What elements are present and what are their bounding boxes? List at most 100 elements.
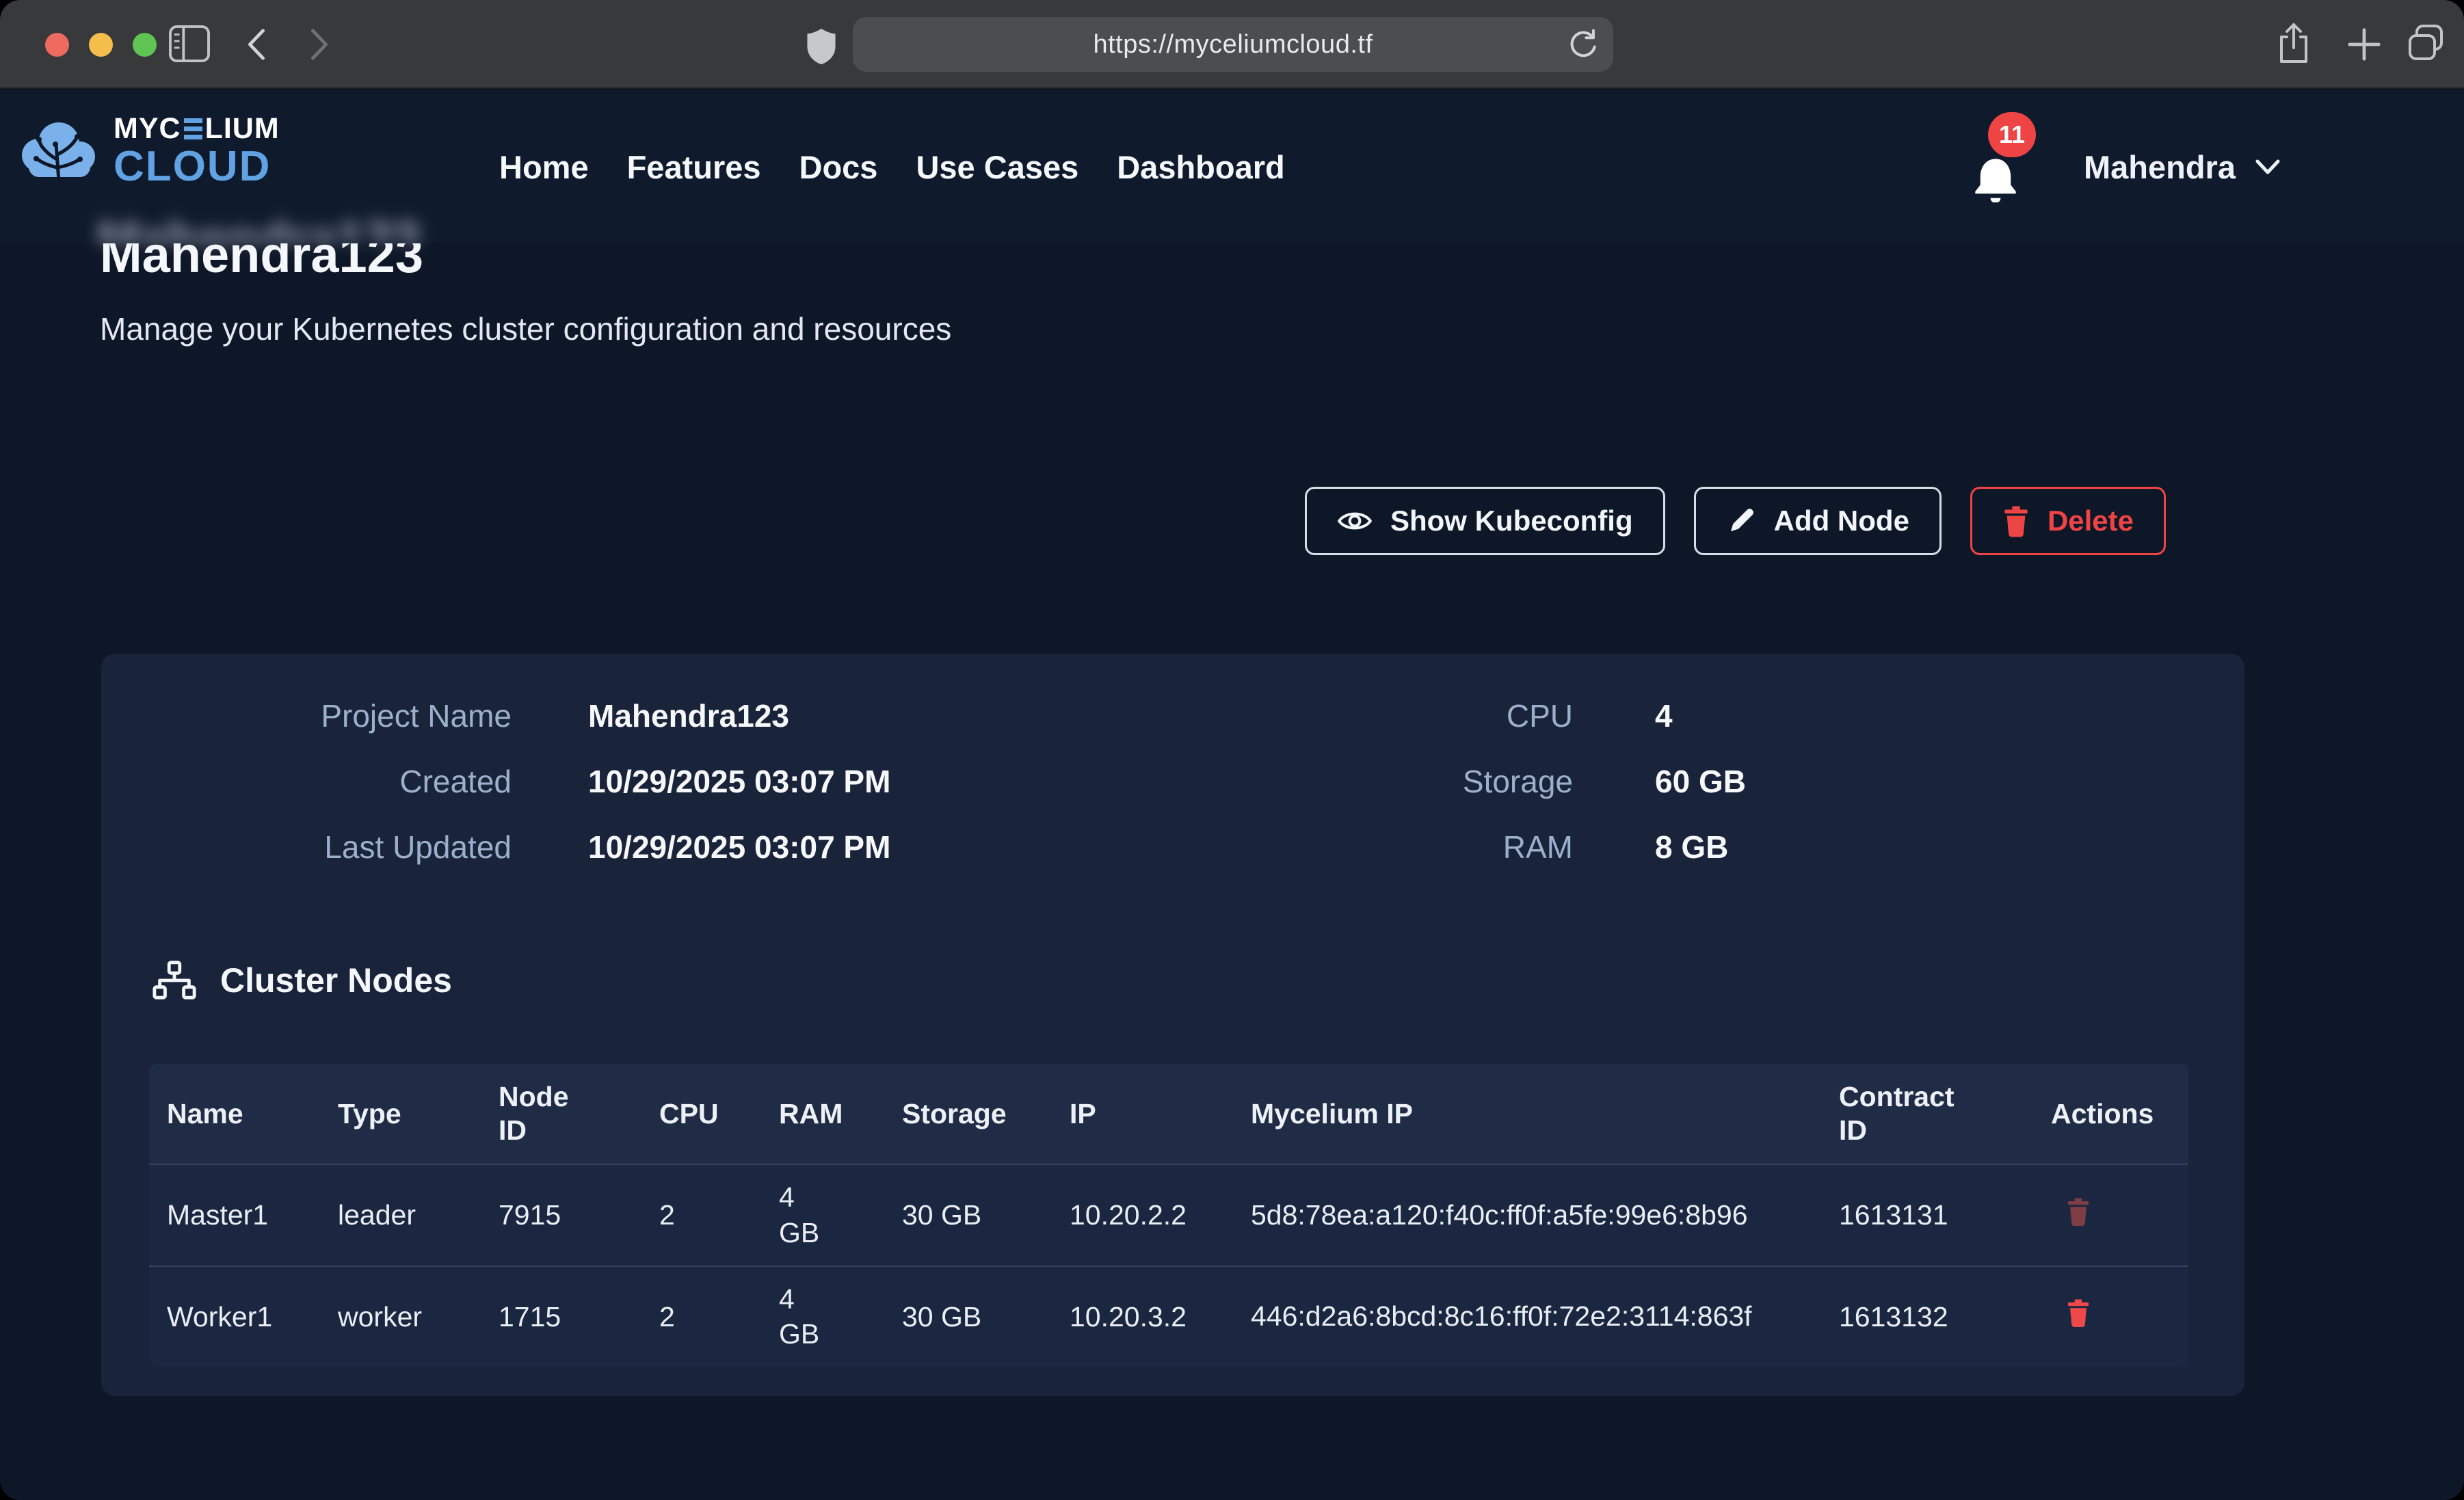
detail-value: 10/29/2025 03:07 PM: [588, 763, 890, 800]
detail-value: 60 GB: [1655, 763, 1746, 800]
new-tab-icon[interactable]: [2346, 26, 2383, 63]
cluster-nodes-heading: Cluster Nodes: [152, 960, 452, 1001]
detail-row: CPU 4: [1265, 697, 1746, 734]
nav-link[interactable]: Dashboard: [1117, 148, 1285, 186]
nav-link[interactable]: Features: [627, 148, 761, 186]
cluster-nodes-table: Name Type Node ID CPU RAM Storage IP Myc…: [149, 1064, 2188, 1367]
cell-node-id: 1715: [481, 1266, 641, 1367]
detail-value: 8 GB: [1655, 829, 1728, 866]
detail-label: RAM: [1265, 829, 1573, 866]
logo-line2: CLOUD: [114, 146, 280, 188]
logo-line1: MYCLIUM: [114, 113, 280, 144]
col-header-actions: Actions: [2033, 1064, 2188, 1164]
address-bar[interactable]: https://myceliumcloud.tf: [853, 17, 1613, 72]
user-name: Mahendra: [2084, 148, 2236, 186]
sidebar-toggle-icon[interactable]: [168, 25, 211, 63]
page-title: Mahendra123: [100, 243, 770, 293]
details-right: CPU 4 Storage 60 GB RAM 8 GB: [1265, 697, 1746, 894]
user-menu[interactable]: Mahendra: [2084, 90, 2281, 243]
url-text: https://myceliumcloud.tf: [1093, 30, 1373, 59]
col-header-cpu: CPU: [641, 1064, 761, 1164]
cell-storage: 30 GB: [884, 1164, 1052, 1266]
navbar: Mahendra123: [0, 90, 2464, 243]
table-row: Worker1 worker 1715 2 4 GB 30 GB 10.20.3…: [149, 1266, 2188, 1367]
details-left: Project Name Mahendra123 Created 10/29/2…: [156, 697, 890, 894]
share-icon[interactable]: [2275, 22, 2313, 66]
notification-badge: 11: [1988, 112, 2036, 157]
col-header-contract-id: Contract ID: [1821, 1064, 2033, 1164]
cell-cpu: 2: [641, 1164, 761, 1266]
trash-icon: [2002, 505, 2030, 537]
cell-ip: 10.20.2.2: [1052, 1164, 1233, 1266]
page: Mahendra123 Manage your Kubernetes clust…: [0, 90, 2464, 1500]
col-header-name: Name: [149, 1064, 320, 1164]
nav-link[interactable]: Home: [499, 148, 589, 186]
table-header-row: Name Type Node ID CPU RAM Storage IP Myc…: [149, 1064, 2188, 1164]
minimize-window-button[interactable]: [89, 33, 113, 57]
tab-overview-icon[interactable]: [2406, 23, 2446, 63]
notifications-button[interactable]: 11: [1972, 155, 2022, 209]
nav-link[interactable]: Use Cases: [916, 148, 1078, 186]
cell-ip: 10.20.3.2: [1052, 1266, 1233, 1367]
reload-icon[interactable]: [1567, 28, 1598, 61]
cell-contract-id: 1613132: [1821, 1266, 2033, 1367]
cell-type: worker: [320, 1266, 481, 1367]
cell-ram: 4 GB: [761, 1164, 884, 1266]
detail-row: Project Name Mahendra123: [156, 697, 890, 734]
chevron-down-icon: [2255, 158, 2281, 176]
cell-mycelium-ip: 446:d2a6:8bcd:8c16:ff0f:72e2:3114:863f: [1233, 1266, 1821, 1367]
page-subtitle: Manage your Kubernetes cluster configura…: [100, 310, 951, 347]
detail-row: RAM 8 GB: [1265, 829, 1746, 866]
logo[interactable]: MYCLIUM CLOUD: [18, 113, 280, 188]
col-header-node-id: Node ID: [481, 1064, 641, 1164]
delete-node-button[interactable]: [2066, 1196, 2091, 1227]
detail-row: Last Updated 10/29/2025 03:07 PM: [156, 829, 890, 866]
detail-row: Created 10/29/2025 03:07 PM: [156, 763, 890, 800]
cell-name: Master1: [149, 1164, 320, 1266]
cell-node-id: 7915: [481, 1164, 641, 1266]
nav-links: Home Features Docs Use Cases Dashboard: [499, 90, 1285, 243]
cell-actions: [2033, 1164, 2188, 1266]
network-nodes-icon: [152, 960, 197, 1001]
pencil-icon: [1726, 506, 1756, 536]
detail-label: Storage: [1265, 763, 1573, 800]
zoom-window-button[interactable]: [133, 33, 157, 57]
back-icon[interactable]: [241, 27, 272, 62]
cluster-info-panel: Project Name Mahendra123 Created 10/29/2…: [101, 654, 2244, 1396]
browser-window: https://myceliumcloud.tf Mahendra123 Man…: [0, 0, 2464, 1500]
detail-label: Created: [156, 763, 512, 800]
col-header-ram: RAM: [761, 1064, 884, 1164]
col-header-type: Type: [320, 1064, 481, 1164]
logo-text: MYCLIUM CLOUD: [114, 113, 280, 188]
cell-actions: [2033, 1266, 2188, 1367]
forward-icon[interactable]: [304, 27, 335, 62]
table-row: Master1 leader 7915 2 4 GB 30 GB 10.20.2…: [149, 1164, 2188, 1266]
cell-cpu: 2: [641, 1266, 761, 1367]
privacy-shield-icon: [806, 27, 837, 66]
nav-link[interactable]: Docs: [799, 148, 878, 186]
close-window-button[interactable]: [45, 33, 69, 57]
cell-storage: 30 GB: [884, 1266, 1052, 1367]
cell-ram: 4 GB: [761, 1266, 884, 1367]
col-header-storage: Storage: [884, 1064, 1052, 1164]
cell-type: leader: [320, 1164, 481, 1266]
cell-contract-id: 1613131: [1821, 1164, 2033, 1266]
detail-row: Storage 60 GB: [1265, 763, 1746, 800]
delete-node-button[interactable]: [2066, 1298, 2091, 1328]
col-header-mycelium-ip: Mycelium IP: [1233, 1064, 1821, 1164]
browser-chrome: https://myceliumcloud.tf: [0, 0, 2464, 89]
bell-icon: [1972, 155, 2022, 202]
col-header-ip: IP: [1052, 1064, 1233, 1164]
delete-cluster-button[interactable]: Delete: [1970, 487, 2166, 555]
detail-label: Last Updated: [156, 829, 512, 866]
show-kubeconfig-button[interactable]: Show Kubeconfig: [1305, 487, 1665, 555]
cloud-logo-icon: [18, 116, 100, 186]
detail-value: 4: [1655, 697, 1673, 734]
cluster-actions: Show Kubeconfig Add Node Delete: [1305, 487, 2166, 555]
add-node-button[interactable]: Add Node: [1694, 487, 1942, 555]
detail-label: Project Name: [156, 697, 512, 734]
cluster-table-body: Master1 leader 7915 2 4 GB 30 GB 10.20.2…: [149, 1164, 2188, 1367]
cell-mycelium-ip: 5d8:78ea:a120:f40c:ff0f:a5fe:99e6:8b96: [1233, 1164, 1821, 1266]
eye-icon: [1337, 507, 1373, 535]
cell-name: Worker1: [149, 1266, 320, 1367]
